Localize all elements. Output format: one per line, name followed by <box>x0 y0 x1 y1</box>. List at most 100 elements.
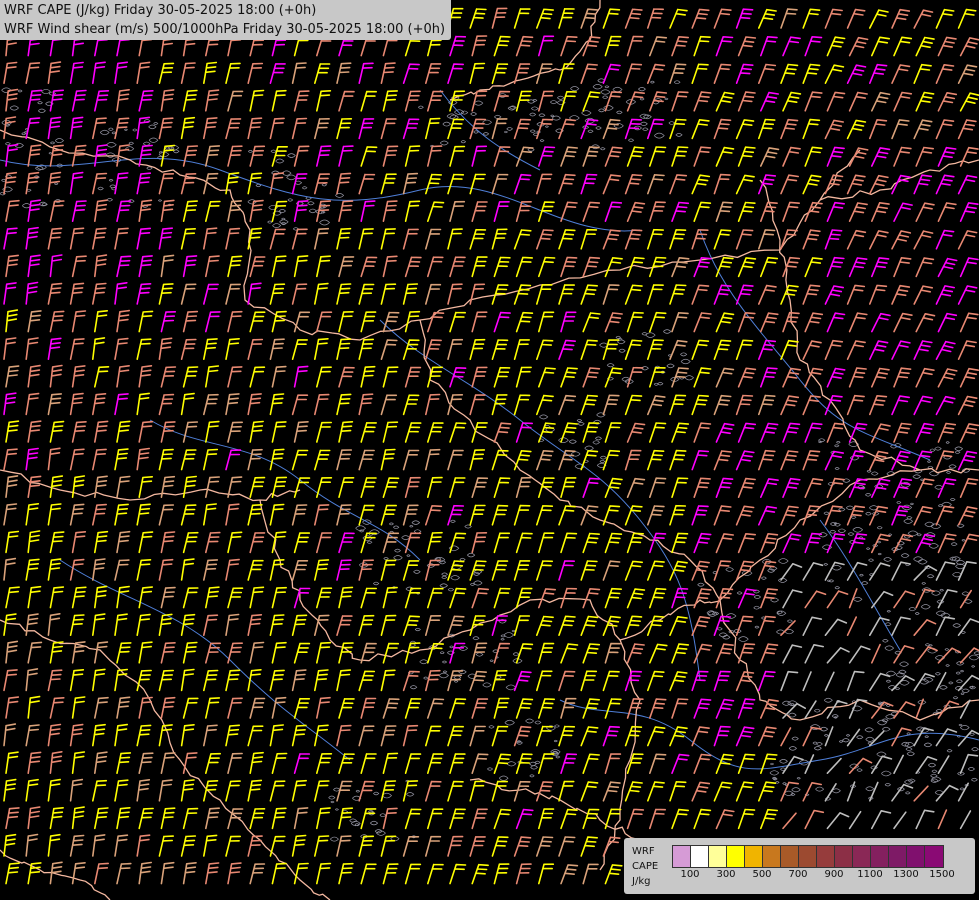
wind-barb <box>182 587 199 609</box>
wind-barb <box>957 340 977 360</box>
wind-barb <box>425 117 441 140</box>
wind-barb <box>782 36 801 57</box>
wind-barb <box>425 228 442 250</box>
wind-barb <box>802 395 821 416</box>
wind-barb <box>336 780 353 802</box>
wind-barb <box>114 282 128 305</box>
wind-barb <box>626 201 646 222</box>
river <box>0 157 641 232</box>
wind-barb <box>671 91 689 112</box>
wind-barb <box>293 145 310 167</box>
wind-barb <box>691 8 710 29</box>
wind-barb <box>560 256 578 278</box>
wind-barb <box>957 174 978 195</box>
wind-barb <box>447 449 464 471</box>
wind-barb <box>913 119 933 140</box>
wind-barb <box>469 8 487 29</box>
wind-barb <box>225 613 240 636</box>
wind-barb <box>404 476 421 498</box>
wind-barb <box>69 778 84 802</box>
wind-barb <box>713 725 731 747</box>
wind-barb <box>205 752 221 774</box>
wind-barb <box>580 63 598 84</box>
wind-barb <box>92 723 106 747</box>
wind-barb <box>47 393 62 416</box>
wind-barb <box>804 809 825 830</box>
wind-barb <box>402 228 419 250</box>
wind-barb <box>49 861 63 885</box>
legend-swatch <box>727 846 745 867</box>
wind-barb <box>5 696 20 719</box>
wind-barb <box>247 779 263 802</box>
wind-barb <box>760 533 779 554</box>
wind-barb <box>205 642 221 664</box>
wind-barb <box>937 700 960 719</box>
wind-barb <box>71 200 87 222</box>
wind-barb <box>491 228 508 250</box>
wind-barb <box>249 697 266 719</box>
wind-barb <box>447 725 464 747</box>
wind-barb <box>626 477 646 498</box>
wind-barb <box>425 780 442 802</box>
wind-barb <box>449 145 466 167</box>
wind-barb <box>935 505 955 526</box>
wind-barb <box>937 368 958 388</box>
wind-barb <box>824 119 844 140</box>
wind-barb <box>758 394 776 416</box>
wind-barb <box>49 807 64 830</box>
wind-barb <box>71 586 87 609</box>
wind-barb <box>580 670 598 692</box>
wind-barb <box>582 367 601 388</box>
wind-barb <box>314 669 329 692</box>
wind-barb <box>92 668 106 692</box>
legend-tick-label: 1100 <box>857 869 883 880</box>
wind-barb <box>602 615 621 636</box>
wind-barb <box>138 365 153 388</box>
legend-tick-labels: 100 300 500 700 900 1100 1300 1500 <box>672 869 962 885</box>
wind-barb <box>27 806 41 830</box>
wind-barb <box>316 696 331 719</box>
wind-barb <box>848 202 868 222</box>
wind-barb <box>671 36 689 57</box>
wind-barb <box>957 64 978 84</box>
wind-barb <box>158 558 174 581</box>
wind-barb <box>291 173 308 195</box>
wind-barb <box>649 698 667 719</box>
wind-barb <box>425 283 442 305</box>
wind-barb <box>269 228 286 250</box>
wind-barb <box>5 309 19 333</box>
wind-barb <box>602 560 621 581</box>
wind-barb <box>449 587 467 609</box>
wind-barb <box>469 725 486 747</box>
wind-barb <box>782 146 801 167</box>
wind-barb <box>27 364 41 388</box>
wind-barb <box>447 338 464 360</box>
wind-barb <box>780 670 799 692</box>
wind-barb <box>138 255 153 278</box>
wind-barb <box>160 89 175 112</box>
wind-barb <box>404 753 422 774</box>
wind-barb <box>447 780 464 802</box>
wind-barb <box>915 478 935 498</box>
wind-barb <box>515 753 533 774</box>
wind-barb <box>558 339 576 360</box>
wind-barb <box>382 586 398 609</box>
wind-barb <box>669 174 688 195</box>
wind-barb <box>336 227 352 250</box>
wind-barb <box>25 117 41 140</box>
wind-barb <box>802 284 821 305</box>
wind-barb <box>380 614 397 636</box>
wind-barb <box>913 174 933 195</box>
wind-barb <box>602 174 621 195</box>
wind-barb <box>427 145 443 167</box>
wind-barb <box>624 229 643 250</box>
wind-barb <box>425 448 441 471</box>
wind-barb <box>671 146 689 167</box>
wind-barb <box>737 367 757 388</box>
wind-barb <box>513 615 531 636</box>
wind-barb <box>291 669 307 692</box>
wind-barb <box>846 284 866 305</box>
country-border <box>0 619 331 900</box>
wind-barb <box>915 313 936 333</box>
wind-barb <box>271 476 288 498</box>
